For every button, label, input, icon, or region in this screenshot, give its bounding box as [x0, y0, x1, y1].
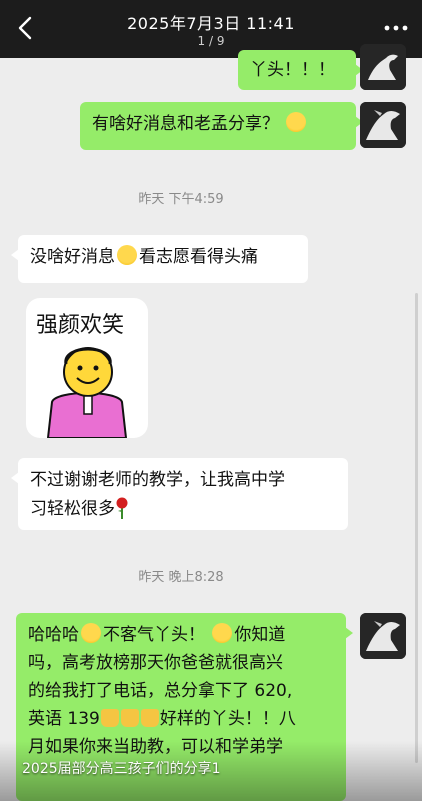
- message-text: 看志愿看得头痛: [139, 247, 258, 267]
- photo-counter: 1 / 9: [197, 34, 225, 48]
- thumbs-up-icon: [140, 709, 159, 727]
- post-caption: 2025届部分高三孩子们的分享1: [22, 761, 221, 777]
- grin-emoji: [286, 112, 307, 132]
- horse-avatar[interactable]: [360, 44, 406, 90]
- chat-bubble-self: 有啥好消息和老孟分享？: [80, 102, 363, 150]
- scrollbar[interactable]: [415, 293, 418, 763]
- message-text: 没啥好消息: [30, 247, 115, 267]
- rose-icon: [116, 497, 128, 519]
- grin-emoji: [81, 623, 101, 643]
- wink-emoji: [212, 623, 233, 643]
- chat-area: 丫头！！！ 有啥好消息和老孟分享？ 昨天 下午4:59 没啥好消息 看志愿看得头痛…: [0, 44, 422, 801]
- sticker-forced-smile[interactable]: 强颜欢笑: [26, 298, 148, 439]
- chat-bubble-other: 不过谢谢老师的教学，让我高中学 习轻松很多: [11, 458, 348, 530]
- more-options-icon[interactable]: [382, 14, 410, 42]
- sweat-emoji: [117, 245, 137, 265]
- photo-date-title: 2025年7月3日 11:41: [127, 14, 295, 33]
- message-text: 丫头！！！: [250, 60, 335, 80]
- chat-bubble-other: 没啥好消息 看志愿看得头痛: [11, 235, 308, 283]
- horse-avatar[interactable]: [360, 613, 406, 659]
- message-text: 不过谢谢老师的教学，让我高中学: [30, 470, 285, 490]
- thumbs-up-icon: [120, 709, 139, 727]
- svg-text:强颜欢笑: 强颜欢笑: [36, 313, 124, 338]
- message-text: 不客气丫头！: [103, 625, 205, 645]
- timestamp: 昨天 晚上8:28: [138, 570, 224, 585]
- chat-bubble-self: 丫头！！！: [238, 50, 363, 90]
- message-text: 英语 139: [28, 709, 100, 729]
- message-text: 有啥好消息和老孟分享？: [92, 114, 279, 134]
- message-text: 你知道: [234, 625, 286, 645]
- message-text: 的给我打了电话，总分拿下了 620,: [28, 681, 293, 701]
- message-text: 吗，高考放榜那天你爸爸就很高兴: [28, 653, 283, 673]
- horse-avatar[interactable]: [360, 102, 406, 148]
- message-text: 哈哈哈: [28, 625, 79, 645]
- thumbs-up-icon: [100, 709, 119, 727]
- message-text: 好样的丫头！！八: [159, 709, 296, 729]
- message-text: 习轻松很多: [30, 499, 115, 519]
- top-bar: 2025年7月3日 11:41 1 / 9: [0, 0, 422, 58]
- timestamp: 昨天 下午4:59: [138, 192, 224, 207]
